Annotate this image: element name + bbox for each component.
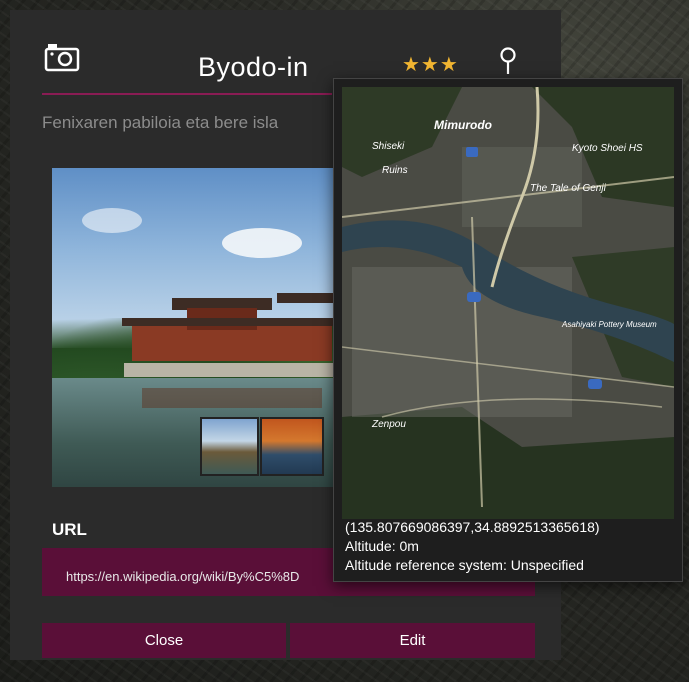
altitude-value: Altitude: 0m (345, 538, 419, 554)
thumbnail-1[interactable] (200, 417, 259, 476)
coordinates-value: (135.807669086397,34.8892513365618) (345, 519, 600, 535)
map-popup: Mimurodo Shiseki Ruins Kyoto Shoei HS Th… (333, 78, 683, 582)
map-graphic: Mimurodo Shiseki Ruins Kyoto Shoei HS Th… (342, 87, 674, 519)
photo-cloud (82, 208, 142, 233)
header-underline (42, 93, 332, 95)
map-pin-icon[interactable] (497, 46, 519, 76)
edit-button[interactable]: Edit (290, 623, 535, 658)
map-label-ruins: Ruins (382, 165, 408, 176)
url-label: URL (52, 520, 87, 539)
temple-reflection (142, 388, 322, 408)
thumbnail-2[interactable] (260, 417, 324, 476)
satellite-map[interactable]: Mimurodo Shiseki Ruins Kyoto Shoei HS Th… (342, 87, 674, 519)
map-label-zenpou: Zenpou (371, 419, 406, 430)
temple-wing-roof (277, 293, 334, 303)
url-link[interactable]: https://en.wikipedia.org/wiki/By%C5%8D (66, 569, 336, 584)
camera-icon[interactable] (44, 42, 80, 72)
temple-lower-roof (122, 318, 334, 326)
altitude-reference: Altitude reference system: Unspecified (345, 557, 584, 573)
map-label-kyoto-shoei: Kyoto Shoei HS (572, 143, 643, 154)
map-label-mimurodo: Mimurodo (434, 118, 492, 132)
photo-cloud (222, 228, 302, 258)
temple-terrace (124, 363, 334, 377)
coordinates-readout: (135.807669086397,34.8892513365618) Alti… (345, 518, 600, 575)
close-button[interactable]: Close (42, 623, 286, 658)
subtitle: Fenixaren pabiloia eta bere isla (42, 113, 279, 132)
rating-stars: ★★★ (402, 54, 459, 76)
page-title: Byodo-in (198, 52, 309, 82)
map-label-shiseki: Shiseki (372, 141, 405, 152)
map-label-asahiyaki: Asahiyaki Pottery Museum (561, 320, 657, 329)
map-label-tale-of-genji: The Tale of Genji (530, 183, 607, 194)
